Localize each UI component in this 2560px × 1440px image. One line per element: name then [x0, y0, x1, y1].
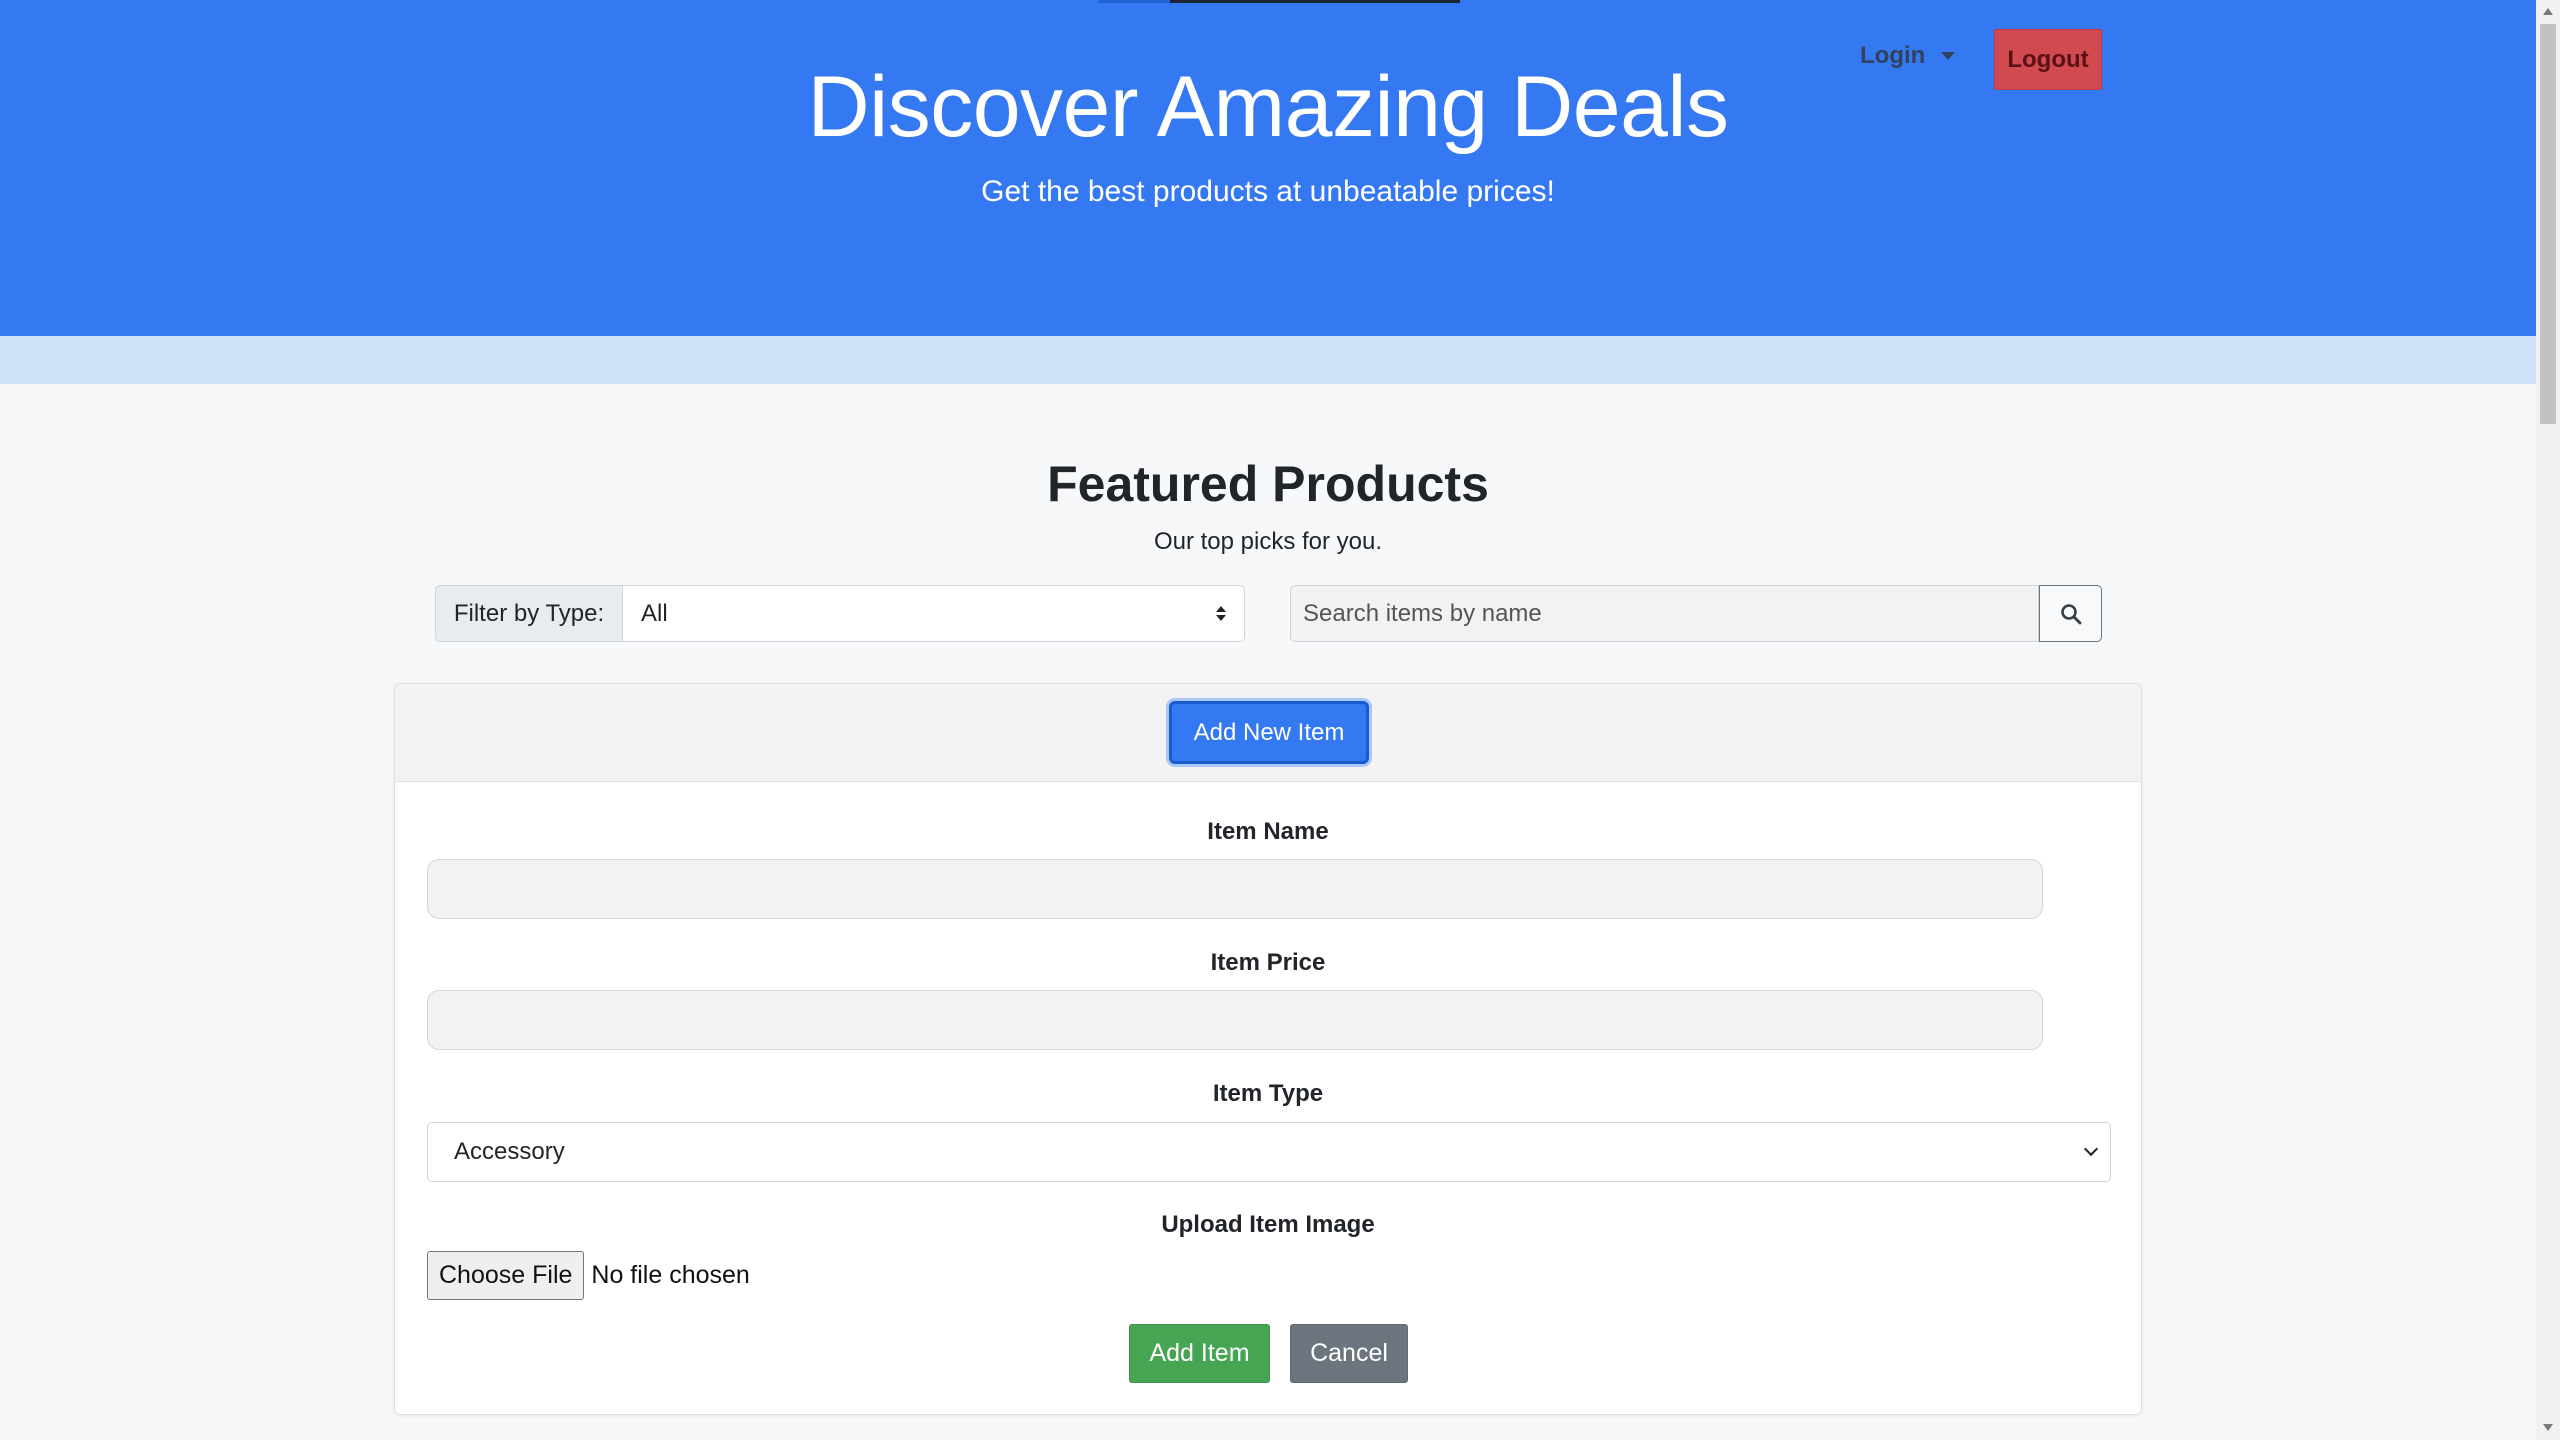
scrollbar-thumb[interactable]	[2540, 24, 2556, 424]
type-filter-select[interactable]: All	[623, 585, 1245, 642]
scroll-down-arrow-icon[interactable]	[2543, 1424, 2553, 1431]
item-price-label: Item Price	[1210, 949, 1326, 976]
page-scrollbar[interactable]	[2536, 0, 2560, 1440]
item-name-input[interactable]	[427, 859, 2043, 919]
search-button[interactable]	[2039, 585, 2102, 642]
hero-subtitle: Get the best products at unbeatable pric…	[981, 175, 1555, 208]
hero-title: Discover Amazing Deals	[807, 59, 1729, 155]
scroll-up-arrow-icon[interactable]	[2543, 8, 2553, 15]
item-type-selected: Accessory	[454, 1138, 565, 1165]
add-new-item-button[interactable]: Add New Item	[1169, 701, 1369, 764]
hero-header: Discover Amazing Deals Get the best prod…	[0, 0, 2536, 336]
filter-label: Filter by Type:	[435, 585, 623, 642]
section-title: Featured Products	[1047, 456, 1489, 512]
hero-band	[0, 336, 2536, 384]
item-name-label: Item Name	[1207, 818, 1329, 845]
choose-file-button[interactable]: Choose File	[427, 1251, 585, 1300]
logout-button[interactable]: Logout	[1994, 29, 2102, 90]
filter-selected-value: All	[641, 599, 668, 627]
search-icon	[2060, 603, 2081, 624]
file-input: Choose File No file chosen	[427, 1251, 750, 1300]
item-type-label: Item Type	[1212, 1080, 1324, 1107]
add-item-submit-button[interactable]: Add Item	[1129, 1324, 1270, 1383]
item-price-input[interactable]	[427, 990, 2043, 1050]
cancel-button[interactable]: Cancel	[1290, 1324, 1408, 1383]
section-subtitle: Our top picks for you.	[1153, 528, 1383, 555]
search-input[interactable]	[1290, 585, 2039, 642]
add-item-card: Add New Item Item Name Item Price Item T…	[394, 683, 2142, 1415]
type-filter-group: Filter by Type: All	[435, 585, 1245, 642]
caret-down-icon	[1941, 52, 1956, 60]
item-type-select[interactable]: Accessory	[427, 1122, 2111, 1182]
file-status: No file chosen	[591, 1261, 750, 1289]
search-group	[1290, 585, 2102, 642]
login-label: Login	[1860, 42, 1926, 69]
card-header: Add New Item	[395, 684, 2141, 782]
upload-image-label: Upload Item Image	[1161, 1211, 1375, 1238]
top-accent-bar	[1098, 0, 1460, 3]
login-dropdown[interactable]: Login	[1860, 42, 1956, 70]
sort-arrows-icon	[1216, 606, 1226, 621]
chevron-down-icon	[2083, 1141, 2099, 1157]
